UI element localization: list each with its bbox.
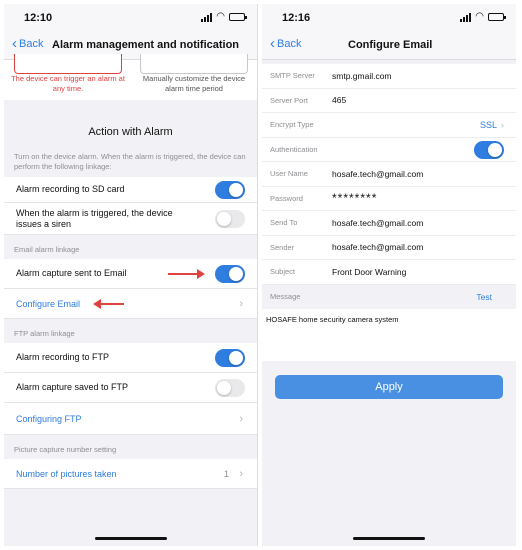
annotation-arrow-left	[93, 299, 124, 309]
row-sd-recording: Alarm recording to SD card	[4, 177, 257, 203]
battery-icon	[488, 13, 506, 21]
mode-custom-text: Manually customize the device alarm time…	[142, 74, 246, 93]
encrypt-type-select[interactable]: SSL ›	[480, 120, 504, 130]
configure-email-link[interactable]: Configure Email	[16, 299, 80, 309]
status-time: 12:16	[282, 12, 311, 24]
authentication-toggle[interactable]	[474, 140, 504, 159]
row-configuring-ftp[interactable]: Configuring FTP ›	[4, 403, 257, 435]
user-name-row: User Name hosafe.tech@gmail.com	[262, 162, 516, 187]
configure-email-screen: 12:16 ◠ ‹ Back Configure Email SMTP Serv…	[262, 4, 516, 546]
wifi-icon: ◠	[475, 11, 484, 22]
password-label: Password	[270, 193, 303, 203]
apply-button[interactable]: Apply	[275, 374, 503, 399]
encrypt-type-value: SSL	[479, 119, 497, 130]
email-group-header: Email alarm linkage	[4, 235, 257, 259]
message-header: Message Test	[262, 284, 516, 309]
sender-row: Sender hosafe.tech@gmail.com	[262, 236, 516, 260]
ftp-capture-toggle[interactable]	[215, 378, 245, 397]
chevron-left-icon: ‹	[12, 35, 17, 52]
battery-icon	[229, 13, 247, 21]
user-name-label: User Name	[270, 169, 308, 179]
status-bar: 12:10 ◠	[4, 4, 257, 30]
send-to-label: Send To	[270, 218, 298, 228]
sd-recording-label: Alarm recording to SD card	[16, 184, 125, 194]
user-name-field[interactable]: hosafe.tech@gmail.com	[332, 169, 423, 179]
sender-field[interactable]: hosafe.tech@gmail.com	[332, 242, 423, 252]
configuring-ftp-link[interactable]: Configuring FTP	[16, 414, 82, 424]
email-settings-form: SMTP Server smtp.gmail.com Server Port 4…	[262, 64, 516, 285]
password-row: Password ********	[262, 187, 516, 211]
home-indicator	[353, 537, 425, 540]
signal-icon	[201, 12, 213, 22]
smtp-server-row: SMTP Server smtp.gmail.com	[262, 64, 516, 89]
sender-label: Sender	[270, 242, 295, 252]
annotation-arrow-right	[168, 269, 205, 279]
pictures-count-value: 1	[223, 468, 229, 479]
row-ftp-capture: Alarm capture saved to FTP	[4, 373, 257, 403]
server-port-field[interactable]: 465	[332, 95, 346, 105]
ftp-group-header: FTP alarm linkage	[4, 319, 257, 343]
subject-row: Subject Front Door Warning	[262, 260, 516, 285]
authentication-row: Authentication	[262, 138, 516, 162]
status-time: 12:10	[24, 12, 53, 24]
status-bar: 12:16 ◠	[262, 4, 516, 30]
smtp-server-field[interactable]: smtp.gmail.com	[332, 71, 392, 81]
alarm-management-screen: 12:10 ◠ ‹ Back Alarm management and noti…	[4, 4, 258, 546]
chevron-left-icon: ‹	[270, 35, 275, 52]
back-label: Back	[19, 38, 44, 50]
page-title: Alarm management and notification	[52, 39, 240, 51]
sd-recording-toggle[interactable]	[215, 180, 245, 199]
row-email-capture: Alarm capture sent to Email	[4, 259, 257, 289]
encrypt-type-label: Encrypt Type	[270, 120, 314, 130]
back-button[interactable]: ‹ Back	[270, 35, 302, 52]
send-to-field[interactable]: hosafe.tech@gmail.com	[332, 218, 423, 228]
chevron-right-icon: ›	[239, 467, 243, 480]
mode-card-custom[interactable]	[140, 54, 248, 74]
email-capture-toggle[interactable]	[215, 264, 245, 283]
siren-toggle[interactable]	[215, 209, 245, 228]
server-port-row: Server Port 465	[262, 89, 516, 113]
email-capture-label: Alarm capture sent to Email	[16, 268, 127, 278]
chevron-right-icon: ›	[239, 412, 243, 425]
server-port-label: Server Port	[270, 95, 308, 105]
ftp-recording-label: Alarm recording to FTP	[16, 352, 110, 362]
row-siren: When the alarm is triggered, the device …	[4, 203, 257, 235]
chevron-right-icon: ›	[239, 297, 243, 310]
row-configure-email[interactable]: Configure Email ›	[4, 289, 257, 319]
smtp-server-label: SMTP Server	[270, 71, 315, 81]
back-label: Back	[277, 38, 302, 50]
signal-icon	[460, 12, 472, 22]
nav-bar: ‹ Back Configure Email	[262, 30, 516, 60]
row-ftp-recording: Alarm recording to FTP	[4, 343, 257, 373]
subject-label: Subject	[270, 267, 296, 277]
send-to-row: Send To hosafe.tech@gmail.com	[262, 211, 516, 236]
mode-anytime-text: The device can trigger an alarm at any t…	[11, 74, 125, 93]
ftp-capture-label: Alarm capture saved to FTP	[16, 382, 129, 392]
picture-group-header: Picture capture number setting	[4, 435, 257, 459]
encrypt-type-row[interactable]: Encrypt Type SSL ›	[262, 113, 516, 138]
siren-label: When the alarm is triggered, the device …	[16, 207, 173, 229]
chevron-right-icon: ›	[501, 119, 504, 130]
authentication-label: Authentication	[270, 144, 318, 154]
test-button[interactable]: Test	[476, 292, 492, 302]
password-field[interactable]: ********	[332, 191, 377, 205]
action-section-description: Turn on the device alarm. When the alarm…	[4, 148, 257, 177]
row-pictures-count[interactable]: Number of pictures taken 1 ›	[4, 459, 257, 489]
page-title: Configure Email	[348, 39, 433, 51]
wifi-icon: ◠	[216, 11, 225, 22]
mode-card-anytime[interactable]	[14, 54, 122, 74]
subject-field[interactable]: Front Door Warning	[332, 267, 406, 277]
alarm-mode-selector: The device can trigger an alarm at any t…	[4, 54, 257, 100]
message-textarea[interactable]: HOSAFE home security camera system	[262, 308, 516, 361]
ftp-recording-toggle[interactable]	[215, 348, 245, 367]
message-label: Message	[270, 292, 301, 301]
pictures-count-link[interactable]: Number of pictures taken	[16, 469, 117, 479]
back-button[interactable]: ‹ Back	[12, 35, 44, 52]
action-section-title: Action with Alarm	[4, 100, 257, 148]
home-indicator	[94, 537, 167, 540]
